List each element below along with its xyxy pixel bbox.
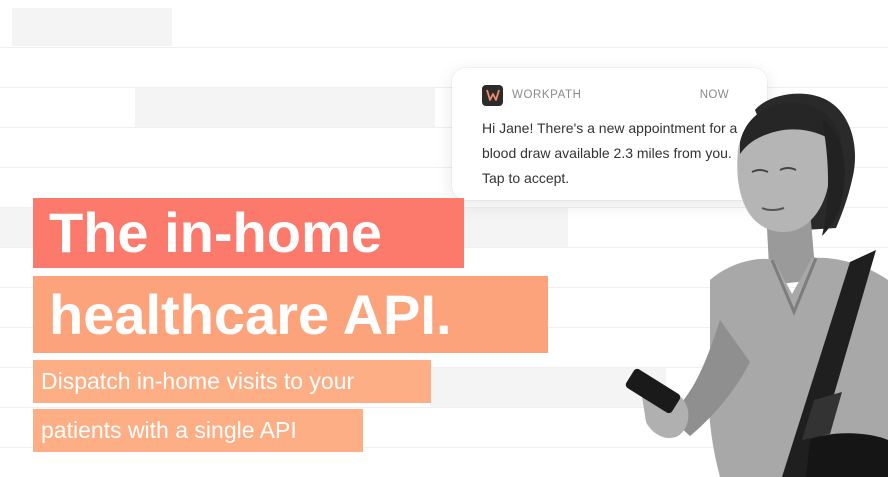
nurse-with-phone-photo <box>625 93 888 477</box>
headline-line-2: healthcare API. <box>33 276 548 353</box>
subtitle-line-2: patients with a single API <box>33 409 363 452</box>
bg-block <box>12 8 172 46</box>
row-divider <box>0 47 888 48</box>
workpath-logo-icon <box>482 84 503 106</box>
subtitle-line-1: Dispatch in-home visits to your <box>33 360 431 403</box>
headline-line-1: The in-home <box>33 198 464 268</box>
bg-block <box>135 88 435 127</box>
